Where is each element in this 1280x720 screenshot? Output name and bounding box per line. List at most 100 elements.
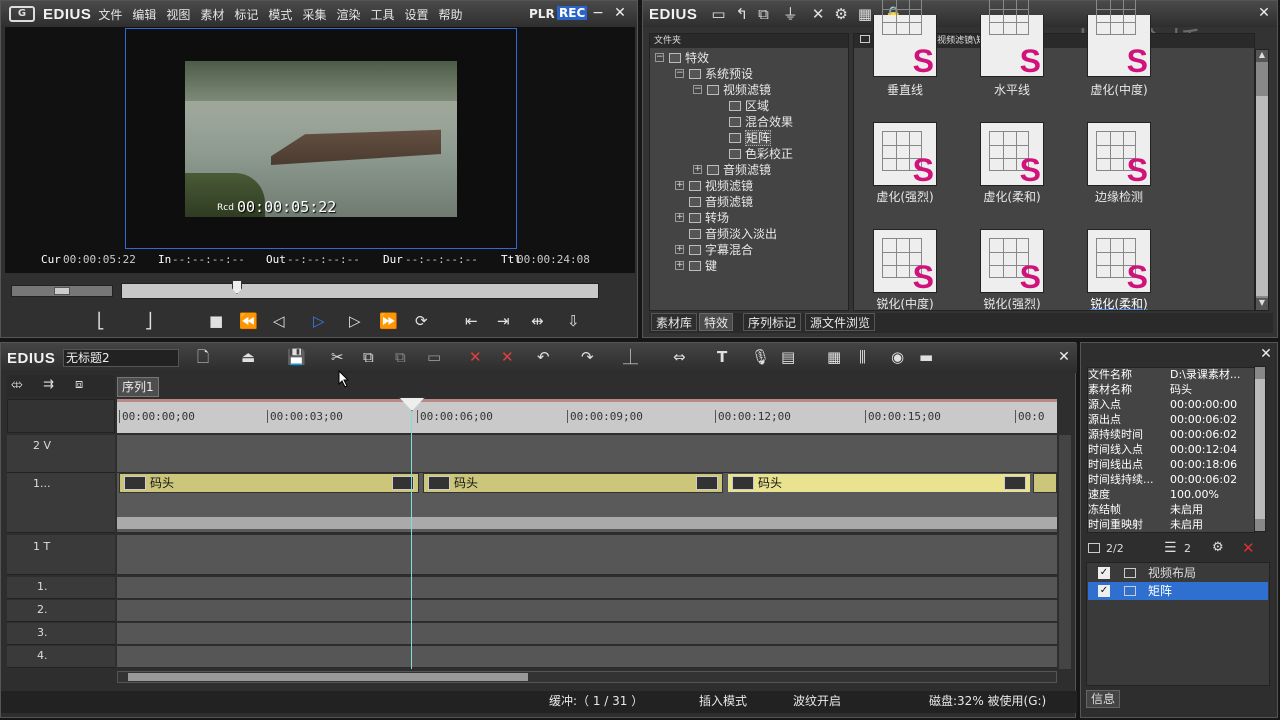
insert-mode-status[interactable]: 插入模式 [699,691,747,711]
tree-color-correction[interactable]: 色彩校正 [729,146,793,162]
snap-icon[interactable]: ⇔ [673,347,686,367]
expand-icon[interactable]: + [693,165,702,174]
track-header-v2[interactable]: 2 V [7,435,115,473]
folder-icon[interactable]: ▭ [711,4,725,24]
effect-thumb[interactable]: S [1087,0,1151,79]
overwrite-to-timeline-icon[interactable]: ⇥ [497,311,510,331]
loop-icon[interactable]: ⟳ [415,311,428,331]
up-folder-icon[interactable]: ↰ [736,4,749,24]
scroll-thumb[interactable] [1256,96,1268,296]
playhead-marker[interactable] [232,280,242,294]
sequence-tab[interactable]: 序列1 [117,377,159,397]
minimize-icon[interactable]: − [589,4,607,22]
track-a4[interactable] [117,646,1057,668]
position-slider[interactable] [121,280,599,299]
title-icon[interactable]: T [717,347,727,367]
track-a3[interactable] [117,623,1057,645]
tab-sequence-markers[interactable]: 序列标记 [743,313,802,331]
cut-icon[interactable]: ✂ [331,347,344,367]
project-name[interactable]: 无标题2 [63,349,179,367]
menu-clip[interactable]: 素材 [200,8,224,22]
plr-toggle[interactable]: PLR [529,7,555,21]
menu-settings[interactable]: 设置 [404,8,428,22]
link-mode-icon[interactable]: ⇉ [43,375,54,395]
new-project-icon[interactable]: 🗋 [197,347,209,367]
track-scrollbar[interactable] [1059,435,1071,669]
effect-thumb[interactable]: S [980,122,1044,188]
clip-selected[interactable]: 码头 [727,473,1031,493]
tree-keyers[interactable]: 键 [689,258,717,274]
ripple-delete-icon[interactable]: ✕ [501,347,514,367]
info-close-icon[interactable]: ✕ [1257,345,1275,363]
tree-audio-fades[interactable]: 音频淡入淡出 [689,226,777,242]
expand-icon[interactable]: + [675,261,684,270]
menu-view[interactable]: 视图 [166,8,190,22]
ripple-status[interactable]: 波纹开启 [793,691,841,711]
effect-label[interactable]: 锐化(中度) [855,295,955,312]
copy-icon[interactable]: ⧉ [363,347,374,367]
rec-toggle[interactable]: REC [557,6,588,20]
expand-icon[interactable]: + [675,213,684,222]
menu-marker[interactable]: 标记 [234,8,258,22]
expand-icon[interactable]: + [675,181,684,190]
timeline-hscroll[interactable] [117,671,1057,683]
tab-source-browser[interactable]: 源文件浏览 [805,313,876,331]
effect-label[interactable]: 虚化(中度) [1069,81,1169,98]
open-project-icon[interactable]: ⏏ [241,347,255,367]
timeline-close-icon[interactable]: ✕ [1055,348,1073,366]
save-project-icon[interactable]: 💾 [287,347,306,367]
tree-audio-filters-sub[interactable]: 音频滤镜 [707,162,771,178]
track-header-a1[interactable]: 1. [7,577,115,599]
delete-clip-icon[interactable]: ✕ [469,347,482,367]
step-back-icon[interactable]: ◁ [273,311,285,331]
tree-matrix[interactable]: 矩阵 [729,130,772,146]
mixer-icon[interactable]: ⫼ [859,347,866,367]
tree-video-filters[interactable]: 视频滤镜 [707,82,771,98]
paste-icon[interactable]: ⧉ [395,347,406,367]
effect-thumb[interactable]: S [873,122,937,188]
apply-icon[interactable]: ⏚ [783,4,798,24]
effect-thumb[interactable]: S [980,229,1044,295]
effect-label[interactable]: 锐化(强烈) [962,295,1062,312]
effect-thumb[interactable]: S [873,0,937,79]
set-out-icon[interactable]: ⎦ [145,311,153,331]
track-t1[interactable] [117,535,1057,575]
effect-list-item-selected[interactable]: ✓ 矩阵 [1088,582,1268,600]
tree-video-filters-root[interactable]: 视频滤镜 [689,178,753,194]
stop-icon[interactable]: ■ [209,311,223,331]
tree-transitions[interactable]: 转场 [689,210,729,226]
expand-icon[interactable]: − [655,53,664,62]
info-tab[interactable]: 信息 [1086,690,1121,708]
info-scrollbar[interactable] [1254,366,1266,532]
menu-mode[interactable]: 模式 [268,8,292,22]
effect-thumb[interactable]: S [873,229,937,295]
track-header-v1[interactable]: 1... [7,473,115,533]
properties-icon[interactable]: ⚙ [834,4,847,24]
shuttle-slider[interactable] [11,285,113,297]
tree-effects[interactable]: 特效 [669,50,709,66]
sync-icon[interactable]: ⇹ [531,311,544,331]
close-icon[interactable]: ✕ [611,4,629,22]
scroll-down-icon[interactable]: ▼ [1256,298,1268,310]
rewind-icon[interactable]: ⏪ [239,311,258,331]
view-mode-icon[interactable]: ▦ [858,4,872,24]
delete-icon[interactable]: ✕ [812,4,825,24]
expand-icon[interactable]: − [675,69,684,78]
effect-thumb-selected[interactable]: S [1087,229,1151,295]
table-icon[interactable]: ▦ [827,347,841,367]
effect-label[interactable]: 水平线 [962,81,1062,98]
checkbox-icon[interactable]: ✓ [1098,567,1110,579]
remove-effect-icon[interactable]: ✕ [1242,538,1255,558]
menu-file[interactable]: 文件 [98,8,122,22]
tab-bin[interactable]: 素材库 [651,313,698,331]
expand-icon[interactable]: − [693,85,702,94]
clip[interactable]: 码头 [423,473,723,493]
timeline-ruler[interactable]: 00:00:00;00 00:00:03;00 00:00:06;00 00:0… [117,399,1057,433]
microphone-icon[interactable]: 🎙 [751,347,770,367]
effect-list-item[interactable]: ✓ 视频布局 [1088,564,1268,582]
color-icon[interactable]: ◉ [891,347,904,367]
clip[interactable]: 码头 [119,473,419,493]
fast-forward-icon[interactable]: ⏩ [379,311,398,331]
menu-tools[interactable]: 工具 [370,8,394,22]
scroll-up-icon[interactable]: ▲ [1256,50,1268,62]
